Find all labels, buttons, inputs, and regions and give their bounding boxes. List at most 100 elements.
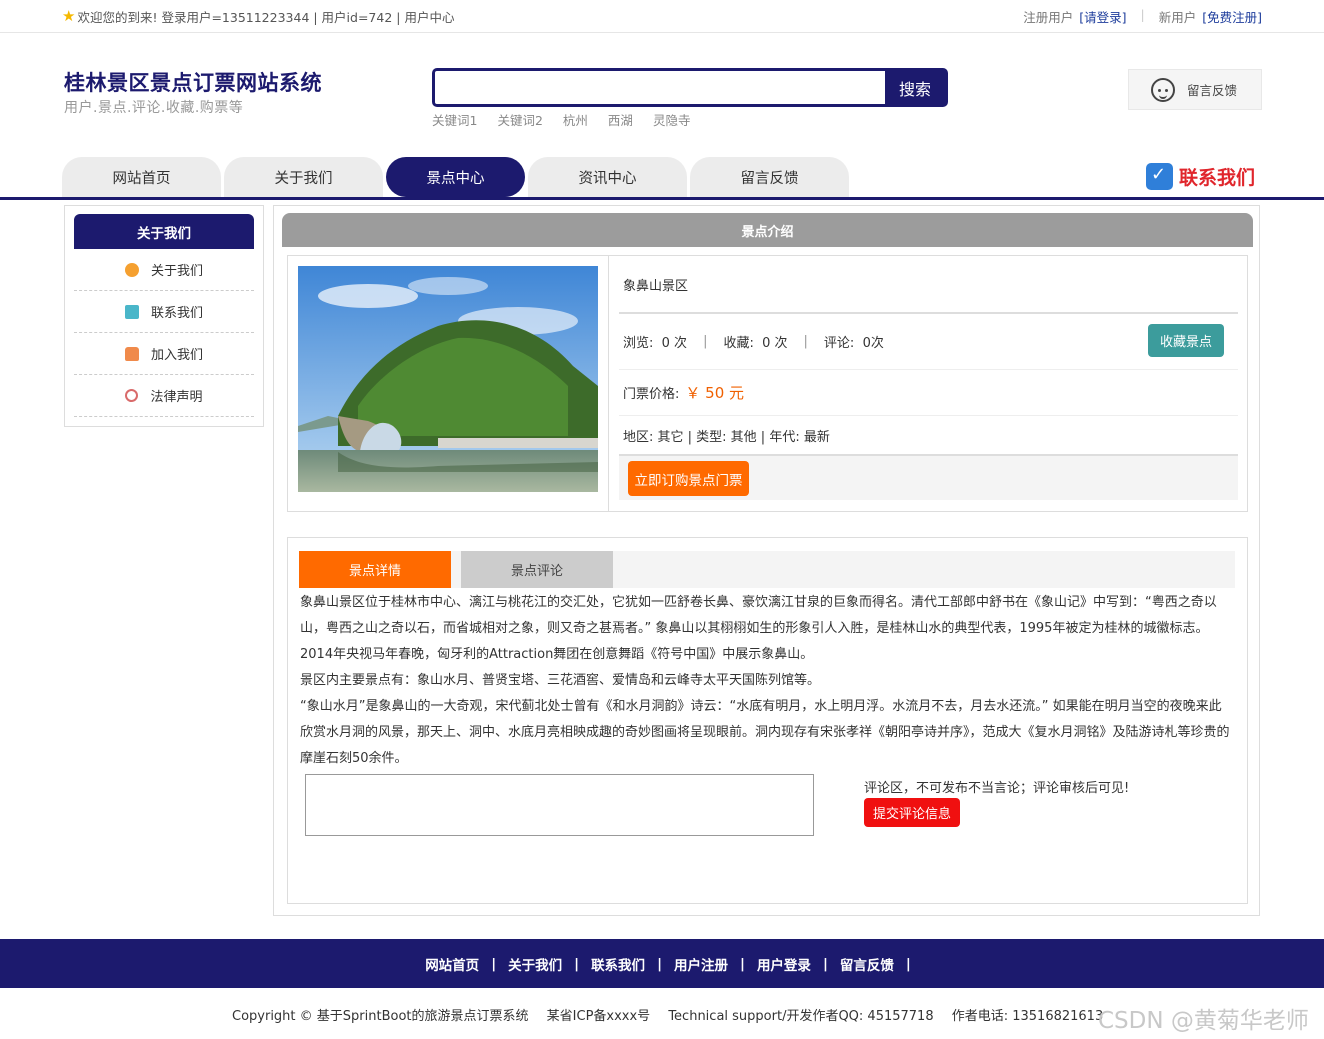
checkmark-icon xyxy=(1146,163,1173,190)
ticket-price-row: 门票价格: ￥ 50 元 xyxy=(619,370,1238,416)
spot-attributes: 地区: 其它 | 类型: 其他 | 年代: 最新 xyxy=(623,429,830,445)
copyright-text: Copyright © 基于SprintBoot的旅游景点订票系统 xyxy=(232,1009,529,1024)
footer-link-about[interactable]: 关于我们 xyxy=(508,954,562,974)
sidebar-item-label: 联系我们 xyxy=(150,306,203,321)
sidebar-item-label: 法律声明 xyxy=(150,390,203,405)
divider: | xyxy=(657,955,662,972)
description-paragraph: 景区内主要景点有：象山水月、普贤宝塔、三花酒窖、爱情岛和云峰寺太平天国陈列馆等。 xyxy=(300,673,821,688)
feedback-label: 留言反馈 xyxy=(1187,83,1238,98)
sidebar-item-contact[interactable]: 联系我们 xyxy=(74,291,254,333)
login-link[interactable]: [请登录] xyxy=(1079,7,1126,26)
divider: | xyxy=(703,334,708,349)
feedback-button[interactable]: 留言反馈 xyxy=(1128,69,1262,110)
sidebar-item-label: 关于我们 xyxy=(150,264,203,279)
hotword-link[interactable]: 灵隐寺 xyxy=(653,110,691,129)
footer-link-contact[interactable]: 联系我们 xyxy=(591,954,645,974)
comments-value: 0次 xyxy=(862,336,884,351)
support-text: Technical support/开发作者QQ: 45157718 xyxy=(668,1009,934,1024)
tab-spot-comments[interactable]: 景点评论 xyxy=(461,551,613,588)
elephant-trunk-hill-image xyxy=(298,266,598,492)
description-paragraph: “象山水月”是象鼻山的一大奇观，宋代蓟北处士曾有《和水月洞韵》诗云：“水底有明月… xyxy=(300,699,1230,766)
nav-divider xyxy=(0,197,1324,200)
sidebar-item-join[interactable]: 加入我们 xyxy=(74,333,254,375)
hotword-link[interactable]: 杭州 xyxy=(563,110,588,129)
submit-comment-button[interactable]: 提交评论信息 xyxy=(864,798,960,827)
hot-keywords: 关键词1 关键词2 杭州 西湖 灵隐寺 xyxy=(432,110,690,129)
price-label: 门票价格: xyxy=(623,387,680,402)
spot-details: 象鼻山景区 浏览: 0 次 | 收藏: 0 次 | 评论: 0次 收藏景点 门票… xyxy=(619,256,1238,500)
divider: | xyxy=(491,955,497,972)
favorites-label: 收藏: xyxy=(723,336,754,351)
description-paragraph: 象鼻山景区位于桂林市中心、漓江与桃花江的交汇处，它犹如一匹舒卷长鼻、豪饮漓江甘泉… xyxy=(300,595,1217,662)
top-bar: ★ 欢迎您的到来! 登录用户=13511223344 | 用户id=742 | … xyxy=(0,0,1324,33)
spot-photo xyxy=(298,266,598,492)
clipboard-icon xyxy=(124,304,139,319)
watermark: CSDN @黄菊华老师 xyxy=(1098,1008,1309,1034)
site-subtitle: 用户.景点.评论.收藏.购票等 xyxy=(64,100,244,116)
footer-nav: 网站首页 | 关于我们 | 联系我们 | 用户注册 | 用户登录 | 留言反馈 | xyxy=(0,939,1324,988)
contact-us-link[interactable]: 联系我们 xyxy=(1146,163,1255,190)
divider: | xyxy=(822,955,828,972)
views-value: 0 次 xyxy=(661,336,688,351)
footer-link-login[interactable]: 用户登录 xyxy=(757,954,811,974)
spot-info-panel: 象鼻山景区 浏览: 0 次 | 收藏: 0 次 | 评论: 0次 收藏景点 门票… xyxy=(287,255,1248,512)
divider: | xyxy=(574,955,580,972)
nav-tab-news[interactable]: 资讯中心 xyxy=(528,157,687,197)
detail-tabs: 景点详情 景点评论 xyxy=(299,551,1235,588)
phone-text: 作者电话: 13516821613 xyxy=(951,1009,1104,1024)
sidebar-item-legal[interactable]: 法律声明 xyxy=(74,375,254,417)
nav-tab-home[interactable]: 网站首页 xyxy=(62,157,221,197)
comment-input[interactable] xyxy=(305,774,814,836)
main-content: 景点介绍 象鼻山景区 浏览: 0 次 | 收藏: 0 次 | 评论: 0次 收藏… xyxy=(273,205,1260,916)
search-input[interactable] xyxy=(435,71,885,104)
price-value: ￥ 50 元 xyxy=(685,384,745,402)
divider: | xyxy=(905,955,911,972)
welcome-area: ★ 欢迎您的到来! 登录用户=13511223344 | 用户id=742 | … xyxy=(62,7,454,26)
hotword-link[interactable]: 关键词1 xyxy=(432,110,477,129)
comment-tip: 评论区，不可发布不当言论；评论审核后可见! xyxy=(864,781,1130,796)
register-link[interactable]: [免费注册] xyxy=(1202,7,1262,26)
sidebar-item-label: 加入我们 xyxy=(150,348,203,363)
hotword-link[interactable]: 关键词2 xyxy=(497,110,542,129)
sidebar-item-about[interactable]: 关于我们 xyxy=(74,249,254,291)
coin-icon xyxy=(124,262,139,277)
star-icon: ★ xyxy=(62,7,76,25)
main-nav: 网站首页 关于我们 景点中心 资讯中心 留言反馈 xyxy=(62,157,849,197)
section-title: 景点介绍 xyxy=(282,213,1253,247)
comments-label: 评论: xyxy=(823,336,855,351)
footer-link-feedback[interactable]: 留言反馈 xyxy=(840,954,894,974)
site-title[interactable]: 桂林景区景点订票网站系统 xyxy=(64,67,322,97)
buy-row: 立即订购景点门票 xyxy=(619,454,1238,500)
views-label: 浏览: xyxy=(623,336,654,351)
contact-us-label: 联系我们 xyxy=(1179,167,1256,189)
copyright-line: Copyright © 基于SprintBoot的旅游景点订票系统 某省ICP备… xyxy=(232,1005,1117,1024)
divider: | xyxy=(1140,7,1145,22)
sidebar: 关于我们 关于我们 联系我们 加入我们 法律声明 xyxy=(64,205,264,427)
divider: | xyxy=(740,955,745,972)
tab-spot-details[interactable]: 景点详情 xyxy=(299,551,451,588)
divider: | xyxy=(803,334,808,349)
spot-detail-panel: 景点详情 景点评论 象鼻山景区位于桂林市中心、漓江与桃花江的交汇处，它犹如一匹舒… xyxy=(287,537,1248,904)
favorite-button[interactable]: 收藏景点 xyxy=(1148,324,1224,357)
footer-link-register[interactable]: 用户注册 xyxy=(674,954,728,974)
nav-tab-spots[interactable]: 景点中心 xyxy=(386,157,525,197)
icp-text: 某省ICP备xxxx号 xyxy=(546,1009,651,1024)
spot-stats: 浏览: 0 次 | 收藏: 0 次 | 评论: 0次 收藏景点 xyxy=(619,314,1238,370)
favorites-value: 0 次 xyxy=(762,336,788,351)
lock-icon xyxy=(124,346,139,361)
footer-link-home[interactable]: 网站首页 xyxy=(425,954,479,974)
search-button[interactable]: 搜索 xyxy=(885,71,945,104)
divider xyxy=(608,256,609,511)
buy-ticket-button[interactable]: 立即订购景点门票 xyxy=(628,461,749,496)
hotword-link[interactable]: 西湖 xyxy=(608,110,633,129)
nav-tab-about[interactable]: 关于我们 xyxy=(224,157,383,197)
nav-tab-feedback[interactable]: 留言反馈 xyxy=(690,157,849,197)
new-user-label: 新用户 xyxy=(1158,10,1197,25)
registered-user-label: 注册用户 xyxy=(1023,10,1074,25)
welcome-text: 欢迎您的到来! 登录用户=13511223344 | 用户id=742 | 用户… xyxy=(77,10,455,25)
account-links: 注册用户 [请登录] | 新用户 [免费注册] xyxy=(1023,7,1262,26)
spot-description: 象鼻山景区位于桂林市中心、漓江与桃花江的交汇处，它犹如一匹舒卷长鼻、豪饮漓江甘泉… xyxy=(300,590,1230,772)
spot-name: 象鼻山景区 xyxy=(619,256,1238,314)
sidebar-title: 关于我们 xyxy=(74,214,254,249)
customer-service-icon xyxy=(1151,77,1175,102)
